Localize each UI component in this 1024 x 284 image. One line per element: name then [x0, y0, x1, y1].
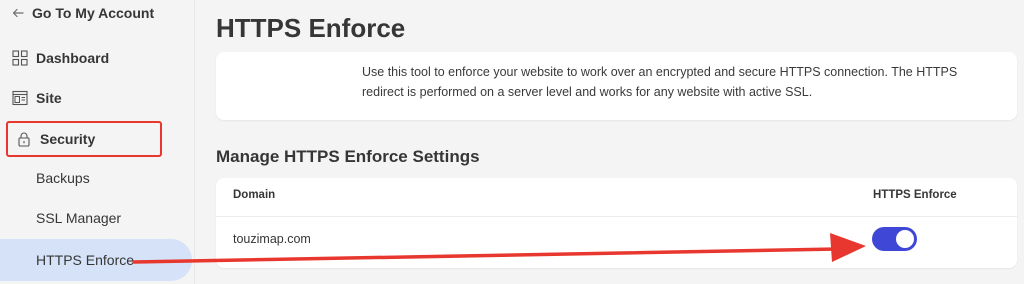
grid-icon — [12, 50, 28, 66]
row-divider — [216, 216, 1017, 217]
sidebar-item-label: Site — [36, 90, 62, 106]
go-to-my-account-link[interactable]: Go To My Account — [12, 4, 154, 22]
sidebar-subitem-https-enforce[interactable]: HTTPS Enforce — [36, 250, 134, 270]
https-enforce-table: Domain HTTPS Enforce touzimap.com — [216, 178, 1017, 268]
column-header-https-enforce: HTTPS Enforce — [873, 189, 957, 201]
sidebar-divider — [194, 0, 195, 284]
toggle-knob — [896, 230, 914, 248]
sidebar-item-dashboard[interactable]: Dashboard — [12, 46, 109, 70]
intro-card: Use this tool to enforce your website to… — [216, 52, 1017, 120]
page-title: HTTPS Enforce — [216, 13, 406, 43]
go-to-my-account-label: Go To My Account — [32, 5, 155, 21]
sidebar-item-label: Security — [40, 131, 96, 147]
sidebar-subitem-backups[interactable]: Backups — [36, 168, 90, 188]
sidebar-subitem-ssl-manager[interactable]: SSL Manager — [36, 208, 121, 228]
sidebar-item-label: Dashboard — [36, 50, 110, 66]
sidebar-item-security[interactable]: Security — [6, 121, 162, 157]
lock-icon — [18, 132, 30, 147]
https-enforce-toggle[interactable] — [872, 227, 917, 251]
arrow-left-icon — [12, 8, 24, 18]
intro-text: Use this tool to enforce your website to… — [362, 65, 958, 99]
domain-cell: touzimap.com — [233, 232, 311, 246]
sidebar: Go To My Account Dashboard Site Security… — [0, 0, 194, 284]
sidebar-item-site[interactable]: Site — [12, 86, 62, 110]
layout-icon — [12, 90, 28, 106]
section-title: Manage HTTPS Enforce Settings — [216, 147, 480, 166]
column-header-domain: Domain — [233, 189, 276, 201]
